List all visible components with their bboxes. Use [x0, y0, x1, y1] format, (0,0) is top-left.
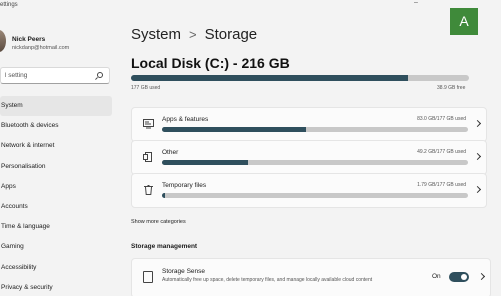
disk-used-label: 177 GB used [131, 85, 161, 91]
category-label: Temporary files [162, 182, 207, 189]
document-icon [143, 152, 152, 162]
drive-icon [143, 271, 153, 283]
category-label: Other [162, 149, 179, 156]
user-name: Nick Peers [12, 36, 46, 43]
storage-sense-card[interactable]: Storage Sense Automatically free up spac… [131, 258, 491, 296]
sidebar-item-system[interactable]: System [0, 96, 112, 117]
category-other[interactable]: Other 49.2 GB/177 GB used [131, 140, 487, 175]
category-size: 49.2 GB/177 GB used [417, 149, 466, 155]
category-usage-fill [162, 127, 306, 132]
sidebar-item-network-internet[interactable]: Network & internet [0, 136, 112, 156]
apps-icon [143, 119, 154, 129]
disk-usage-fill [131, 75, 409, 81]
sidebar-item-gaming[interactable]: Gaming [0, 237, 112, 257]
trash-icon [144, 185, 153, 195]
category-usage-bar [162, 193, 468, 198]
breadcrumb: System > Storage [131, 26, 257, 43]
category-apps-features[interactable]: Apps & features 83.0 GB/177 GB used [131, 107, 487, 142]
user-email: nickdanp@hotmail.com [12, 45, 70, 51]
chevron-right-icon [477, 272, 486, 281]
category-usage-bar [162, 160, 468, 165]
chevron-right-icon [473, 119, 482, 128]
minimize-button[interactable]: – [414, 0, 424, 8]
category-temporary-files[interactable]: Temporary files 1.79 GB/177 GB used [131, 173, 487, 208]
storage-sense-description: Automatically free up space, delete temp… [162, 277, 373, 283]
storage-sense-toggle[interactable] [449, 272, 469, 282]
disk-usage-bar [131, 75, 469, 81]
avatar[interactable] [0, 30, 6, 52]
sidebar: Nick Peers nickdanp@hotmail.com l settin… [0, 0, 118, 296]
sidebar-item-apps[interactable]: Apps [0, 177, 112, 197]
corner-badge: A [450, 8, 478, 35]
storage-sense-state: On [432, 273, 441, 280]
sidebar-item-accessibility[interactable]: Accessibility [0, 258, 112, 278]
search-placeholder: l setting [5, 72, 28, 79]
sidebar-item-bluetooth-devices[interactable]: Bluetooth & devices [0, 116, 112, 136]
search-input[interactable]: l setting [0, 67, 110, 84]
breadcrumb-parent[interactable]: System [131, 26, 181, 43]
sidebar-item-privacy-security[interactable]: Privacy & security [0, 278, 112, 296]
disk-free-label: 38.9 GB free [437, 85, 466, 91]
category-usage-fill [162, 193, 166, 198]
category-usage-fill [162, 160, 248, 165]
breadcrumb-separator: > [189, 27, 197, 42]
toggle-knob [461, 274, 467, 280]
storage-management-heading: Storage management [131, 243, 198, 250]
page-title: Storage [204, 26, 258, 43]
category-size: 1.79 GB/177 GB used [417, 182, 466, 188]
category-usage-bar [162, 127, 468, 132]
storage-sense-title: Storage Sense [162, 268, 206, 275]
category-label: Apps & features [162, 116, 209, 123]
sidebar-nav: System Bluetooth & devices Network & int… [0, 96, 112, 296]
show-more-categories-link[interactable]: Show more categories [131, 219, 186, 225]
chevron-right-icon [473, 185, 482, 194]
disk-title: Local Disk (C:) - 216 GB [131, 55, 290, 71]
sidebar-item-time-language[interactable]: Time & language [0, 217, 112, 237]
category-size: 83.0 GB/177 GB used [417, 116, 466, 122]
chevron-right-icon [473, 152, 482, 161]
sidebar-item-personalisation[interactable]: Personalisation [0, 157, 112, 177]
sidebar-item-accounts[interactable]: Accounts [0, 197, 112, 217]
search-icon [97, 72, 103, 78]
